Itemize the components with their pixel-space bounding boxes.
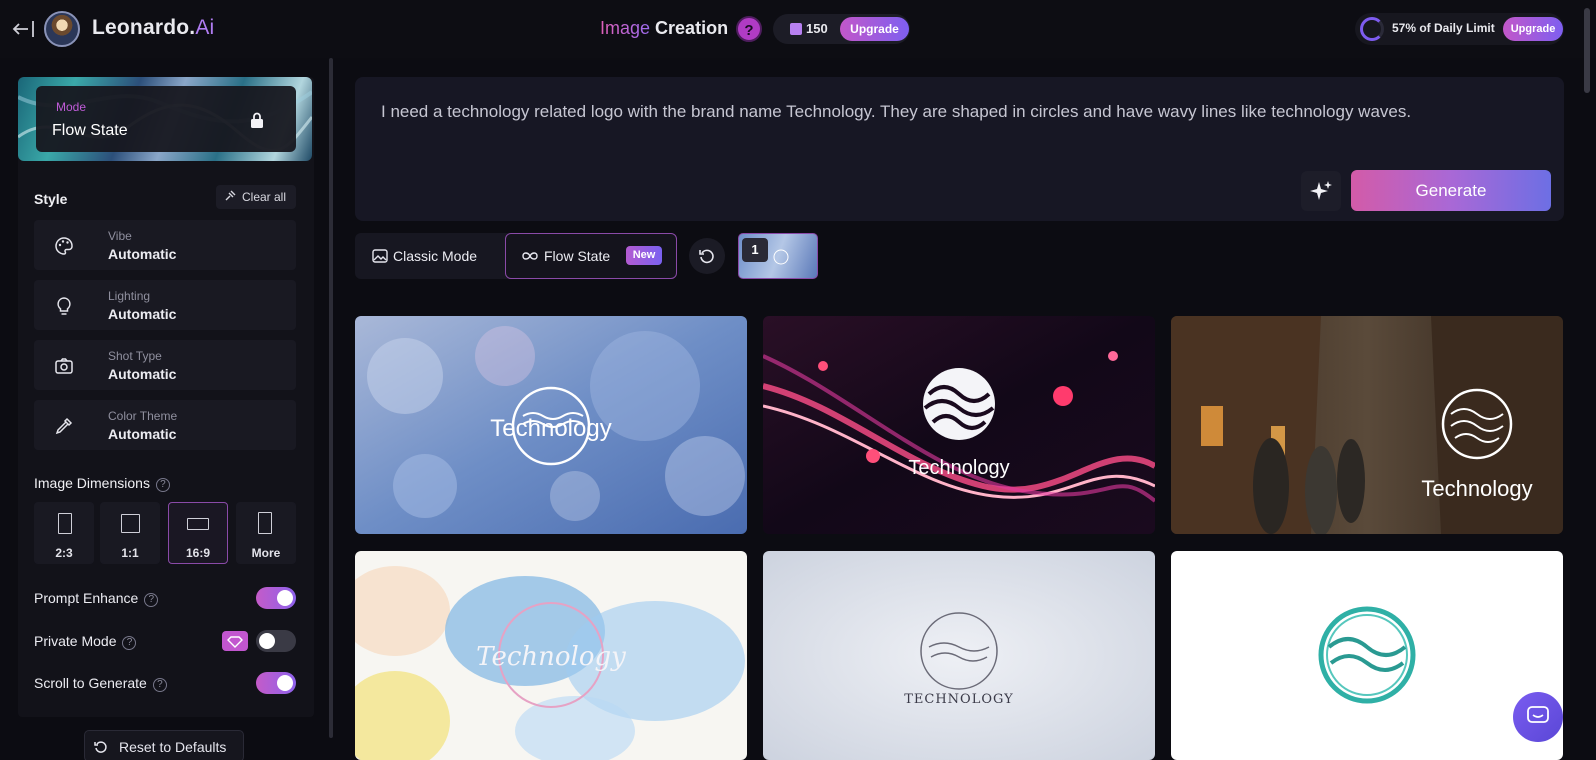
gem-icon xyxy=(222,631,248,651)
prompt-input[interactable]: I need a technology related logo with th… xyxy=(381,96,1531,127)
style-row-value: Automatic xyxy=(108,246,177,262)
style-row-value: Automatic xyxy=(108,366,177,382)
toggle-label-text: Prompt Enhance xyxy=(34,590,139,606)
dimension-label: 2:3 xyxy=(55,546,73,560)
toggle-knob xyxy=(259,633,275,649)
palette-icon xyxy=(55,237,73,255)
help-icon[interactable]: ? xyxy=(122,636,137,650)
mode-value: Flow State xyxy=(52,122,128,139)
image-art: Technology xyxy=(763,316,1155,534)
sparkle-icon xyxy=(1310,181,1332,200)
scroll-to-generate-toggle[interactable] xyxy=(256,672,296,694)
help-icon[interactable]: ? xyxy=(155,478,170,492)
image-logo-text: TECHNOLOGY xyxy=(904,692,1014,707)
style-row-label: Lighting xyxy=(108,289,151,303)
lock-icon xyxy=(251,112,263,128)
sidebar-scrollbar[interactable] xyxy=(329,58,333,738)
limit-upgrade-button[interactable]: Upgrade xyxy=(1503,17,1563,41)
generated-image-2[interactable]: Technology xyxy=(763,316,1155,534)
refresh-icon xyxy=(699,249,714,264)
reset-icon xyxy=(94,741,107,753)
mode-label: Mode xyxy=(56,100,87,114)
upgrade-button[interactable]: Upgrade xyxy=(840,17,909,41)
help-icon[interactable]: ? xyxy=(152,678,167,692)
dimension-label: 16:9 xyxy=(185,546,211,560)
toggle-label-text: Scroll to Generate xyxy=(34,675,147,691)
brand-avatar xyxy=(44,11,80,47)
brand-logo[interactable]: Leonardo.Ai xyxy=(92,16,214,40)
more-ratio-icon xyxy=(258,512,272,534)
help-button[interactable]: ? xyxy=(736,16,762,42)
chat-icon xyxy=(1527,706,1549,723)
image-dimensions-title: Image Dimensions? xyxy=(34,475,170,492)
landscape-ratio-icon xyxy=(187,518,209,530)
settings-sidebar xyxy=(18,77,314,717)
token-icon xyxy=(790,23,802,35)
new-badge: New xyxy=(626,246,662,265)
reset-to-defaults-button[interactable]: Reset to Defaults xyxy=(84,730,244,760)
style-row-label: Vibe xyxy=(108,229,132,243)
square-ratio-icon xyxy=(121,514,140,533)
image-art: TECHNOLOGY xyxy=(763,551,1155,760)
style-row-label: Shot Type xyxy=(108,349,162,363)
image-logo-text: Technology xyxy=(908,457,1009,479)
image-logo-text: Technology xyxy=(490,415,611,442)
dimension-label: 1:1 xyxy=(121,546,139,560)
image-art: Technology xyxy=(355,551,747,760)
image-art: Technology xyxy=(355,316,747,534)
scroll-to-generate-label: Scroll to Generate? xyxy=(34,675,167,692)
image-art: Technology xyxy=(1171,316,1563,534)
main-scrollbar[interactable] xyxy=(1584,8,1590,93)
style-row-label: Color Theme xyxy=(108,409,178,423)
image-logo-text: Technology xyxy=(476,642,626,672)
toggle-knob xyxy=(277,675,293,691)
generated-image-5[interactable]: TECHNOLOGY xyxy=(763,551,1155,760)
collapse-sidebar-icon[interactable] xyxy=(12,18,36,40)
thumbnail-count-badge: 1 xyxy=(742,238,768,262)
infinity-icon xyxy=(522,252,538,260)
toggle-knob xyxy=(277,590,293,606)
camera-icon xyxy=(55,358,73,374)
prompt-enhance-toggle[interactable] xyxy=(256,587,296,609)
generated-image-6[interactable] xyxy=(1171,551,1563,760)
style-row-value: Automatic xyxy=(108,426,177,442)
dimension-label: More xyxy=(251,546,281,560)
portrait-ratio-icon xyxy=(58,513,72,534)
image-art xyxy=(1171,551,1563,760)
page-title-main: Creation xyxy=(655,18,729,38)
page-title: Image Creation xyxy=(600,18,728,39)
private-mode-label: Private Mode? xyxy=(34,633,137,650)
brand-suffix: Ai xyxy=(195,16,215,39)
brand-name: Leonardo. xyxy=(92,16,196,39)
daily-limit-progress-ring xyxy=(1360,17,1384,41)
image-dimensions-label: Image Dimensions xyxy=(34,475,150,491)
token-count: 150 xyxy=(806,21,828,36)
eyedropper-icon xyxy=(55,417,73,435)
daily-limit-text: 57% of Daily Limit xyxy=(1392,21,1495,35)
style-row-value: Automatic xyxy=(108,306,177,322)
private-mode-toggle[interactable] xyxy=(256,630,296,652)
style-section-title: Style xyxy=(34,191,68,207)
image-logo-text: Technology xyxy=(1421,476,1532,501)
prompt-enhance-label: Prompt Enhance? xyxy=(34,590,159,607)
lightbulb-icon xyxy=(57,297,71,315)
generated-image-1[interactable]: Technology xyxy=(355,316,747,534)
toggle-label-text: Private Mode xyxy=(34,633,117,649)
image-icon xyxy=(372,249,388,263)
page-title-accent: Image xyxy=(600,18,651,38)
help-icon[interactable]: ? xyxy=(144,593,159,607)
generated-image-3[interactable]: Technology xyxy=(1171,316,1563,534)
generate-button[interactable]: Generate xyxy=(1351,170,1551,211)
clear-icon xyxy=(225,190,236,201)
generated-image-4[interactable]: Technology xyxy=(355,551,747,760)
